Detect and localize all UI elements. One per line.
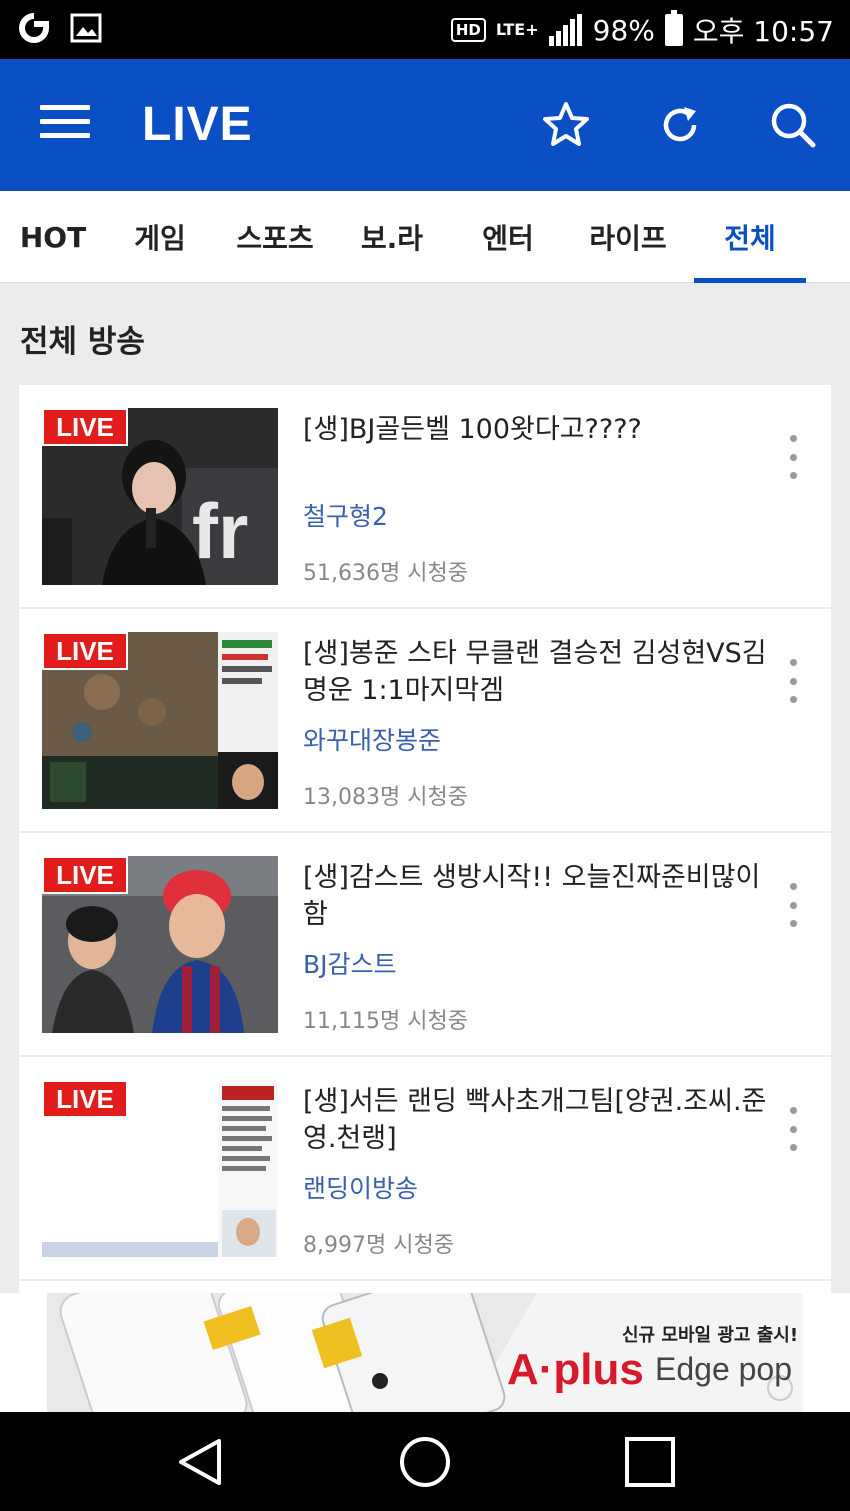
gallery-notification-icon bbox=[70, 12, 102, 44]
stream-title[interactable]: [생]봉준 스타 무클랜 결승전 김성현VS김명운 1:1마지막겜 bbox=[303, 635, 773, 709]
svg-text:fr: fr bbox=[192, 487, 248, 575]
ad-banner: 신규 모바일 광고 출시! A·plus Edge pop bbox=[0, 1293, 850, 1412]
app-notification-icon bbox=[18, 12, 50, 44]
stream-thumbnail[interactable]: LIVE bbox=[42, 1080, 278, 1257]
stream-thumbnail[interactable]: LIVE bbox=[42, 856, 278, 1033]
viewer-count: 8,997명 시청중 bbox=[303, 1233, 454, 1258]
more-options-icon[interactable] bbox=[779, 435, 807, 479]
category-tabs: HOT 게임 스포츠 보.라 엔터 라이프 전체 bbox=[0, 191, 850, 283]
viewer-count: 51,636명 시청중 bbox=[303, 561, 468, 586]
favorite-star-icon[interactable] bbox=[538, 97, 594, 153]
ad-product-name: Edge pop bbox=[655, 1351, 793, 1387]
hamburger-menu-icon[interactable] bbox=[40, 105, 90, 145]
tab-bora[interactable]: 보.라 bbox=[352, 191, 432, 283]
network-type: LTE+ bbox=[495, 20, 539, 39]
ad-brand-logo: A·plus bbox=[507, 1345, 644, 1394]
hd-voice-icon: HD bbox=[450, 18, 486, 42]
more-options-icon[interactable] bbox=[779, 883, 807, 927]
signal-icon bbox=[548, 14, 583, 46]
tab-all[interactable]: 전체 bbox=[694, 191, 806, 283]
system-nav-bar bbox=[0, 1412, 850, 1511]
live-badge: LIVE bbox=[42, 408, 128, 446]
bj-name[interactable]: 철구형2 bbox=[303, 497, 388, 533]
clock: 오후 10:57 bbox=[692, 15, 834, 48]
bj-name[interactable]: 와꾸대장봉준 bbox=[303, 721, 441, 757]
tab-life[interactable]: 라이프 bbox=[580, 191, 676, 283]
stream-card[interactable]: LIVE [생]봉준 스타 무클랜 결승전 김성현VS김명운 1:1마지막겜 와… bbox=[19, 609, 831, 831]
app-bar: LIVE bbox=[0, 59, 850, 191]
stream-title[interactable]: [생]서든 랜딩 빡사초개그팀[양권.조씨.준영.천랭] bbox=[303, 1083, 773, 1157]
battery-icon bbox=[664, 10, 683, 46]
recent-apps-icon[interactable] bbox=[620, 1434, 680, 1490]
search-icon[interactable] bbox=[765, 97, 821, 153]
live-badge: LIVE bbox=[42, 632, 128, 670]
refresh-icon[interactable] bbox=[652, 97, 708, 153]
battery-percent: 98% bbox=[592, 13, 655, 47]
stream-title[interactable]: [생]BJ골든벨 100왓다고???? bbox=[303, 411, 773, 448]
viewer-count: 13,083명 시청중 bbox=[303, 785, 468, 810]
stream-card[interactable]: fr LIVE [생]BJ골든벨 100왓다고???? 철구형2 51,636명… bbox=[19, 385, 831, 607]
live-badge: LIVE bbox=[42, 856, 128, 894]
ad-headline: 신규 모바일 광고 출시! bbox=[622, 1325, 799, 1346]
viewer-count: 11,115명 시청중 bbox=[303, 1009, 468, 1034]
back-icon[interactable] bbox=[170, 1434, 230, 1490]
tab-hot[interactable]: HOT bbox=[16, 191, 90, 283]
section-title: 전체 방송 bbox=[20, 324, 145, 360]
status-bar: HD LTE+ 98% 오후 10:57 bbox=[0, 0, 850, 59]
tab-game[interactable]: 게임 bbox=[122, 191, 198, 283]
tab-sports[interactable]: 스포츠 bbox=[232, 191, 318, 283]
stream-thumbnail[interactable]: LIVE bbox=[42, 632, 278, 809]
stream-card[interactable]: LIVE [생]감스트 생방시작!! 오늘진짜준비많이함 BJ감스트 11,11… bbox=[19, 833, 831, 1055]
more-options-icon[interactable] bbox=[779, 1107, 807, 1151]
bj-name[interactable]: 랜딩이방송 bbox=[303, 1169, 418, 1205]
live-badge: LIVE bbox=[42, 1080, 128, 1118]
stream-card[interactable]: LIVE [생]서든 랜딩 빡사초개그팀[양권.조씨.준영.천랭] 랜딩이방송 … bbox=[19, 1057, 831, 1279]
home-icon[interactable] bbox=[395, 1434, 455, 1490]
tab-enter[interactable]: 엔터 bbox=[470, 191, 546, 283]
more-options-icon[interactable] bbox=[779, 659, 807, 703]
bj-name[interactable]: BJ감스트 bbox=[303, 945, 397, 981]
stream-thumbnail[interactable]: fr LIVE bbox=[42, 408, 278, 585]
page-title: LIVE bbox=[142, 98, 253, 151]
stream-title[interactable]: [생]감스트 생방시작!! 오늘진짜준비많이함 bbox=[303, 859, 773, 933]
ad-banner-image[interactable]: 신규 모바일 광고 출시! A·plus Edge pop bbox=[47, 1293, 803, 1412]
stream-card[interactable] bbox=[19, 1281, 831, 1293]
